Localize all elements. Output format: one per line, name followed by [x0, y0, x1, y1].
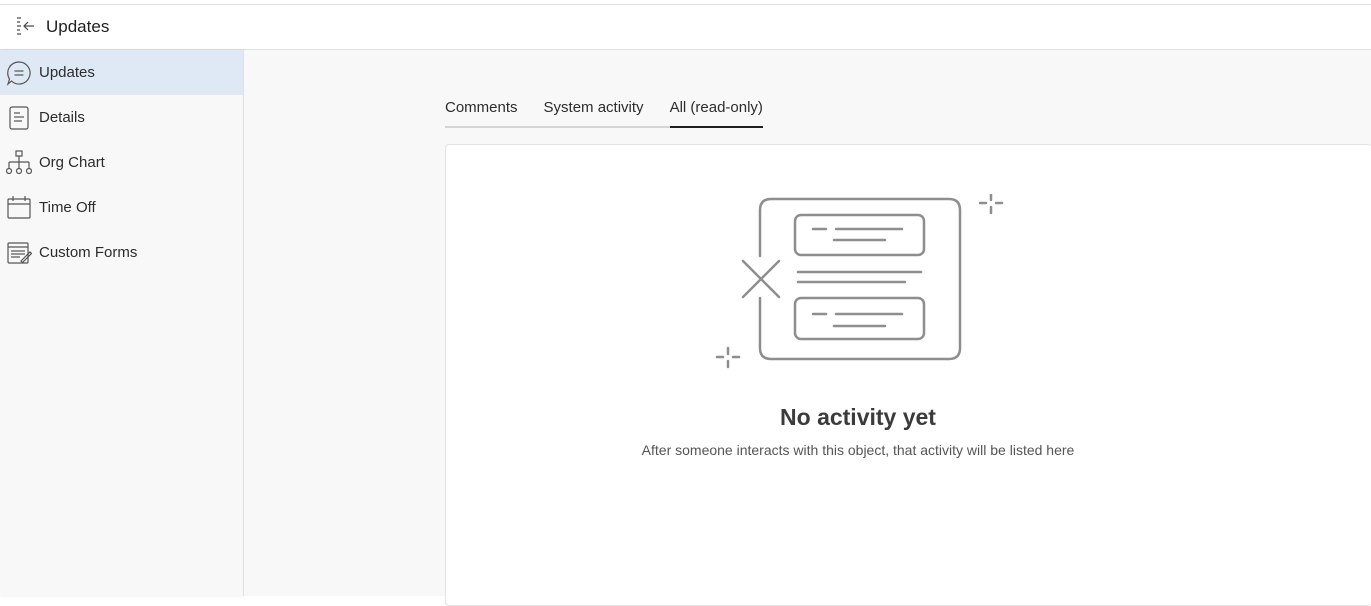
calendar-icon	[6, 195, 32, 221]
tab-system-activity[interactable]: System activity	[544, 94, 644, 126]
page-header: Updates	[0, 5, 1371, 50]
sidebar-item-custom-forms[interactable]: Custom Forms	[0, 230, 243, 275]
sidebar: Updates Details Org Chart Time Off Custo…	[0, 50, 244, 596]
sidebar-item-details[interactable]: Details	[0, 95, 243, 140]
sidebar-item-org-chart[interactable]: Org Chart	[0, 140, 243, 185]
empty-state-title: No activity yet	[780, 404, 936, 430]
tab-all-read-only[interactable]: All (read-only)	[669, 94, 764, 128]
org-chart-icon	[6, 149, 32, 176]
chat-bubble-icon	[6, 60, 32, 86]
forms-icon	[6, 240, 32, 266]
empty-state-subtitle: After someone interacts with this object…	[641, 442, 1075, 458]
sidebar-item-label: Updates	[39, 64, 95, 81]
document-icon	[6, 105, 32, 131]
sidebar-item-updates[interactable]: Updates	[0, 50, 243, 95]
sidebar-item-label: Custom Forms	[39, 244, 138, 261]
activity-tabs: Comments System activity All (read-only)	[445, 94, 764, 128]
empty-activity-illustration	[712, 192, 1004, 379]
sidebar-item-label: Org Chart	[39, 154, 105, 171]
sidebar-item-time-off[interactable]: Time Off	[0, 185, 243, 230]
tab-comments[interactable]: Comments	[445, 94, 518, 126]
collapse-panel-icon[interactable]	[12, 14, 38, 40]
page-title: Updates	[46, 17, 110, 36]
sidebar-item-label: Time Off	[39, 199, 96, 216]
main-content: Comments System activity All (read-only)	[244, 50, 1371, 606]
sidebar-item-label: Details	[39, 109, 85, 126]
